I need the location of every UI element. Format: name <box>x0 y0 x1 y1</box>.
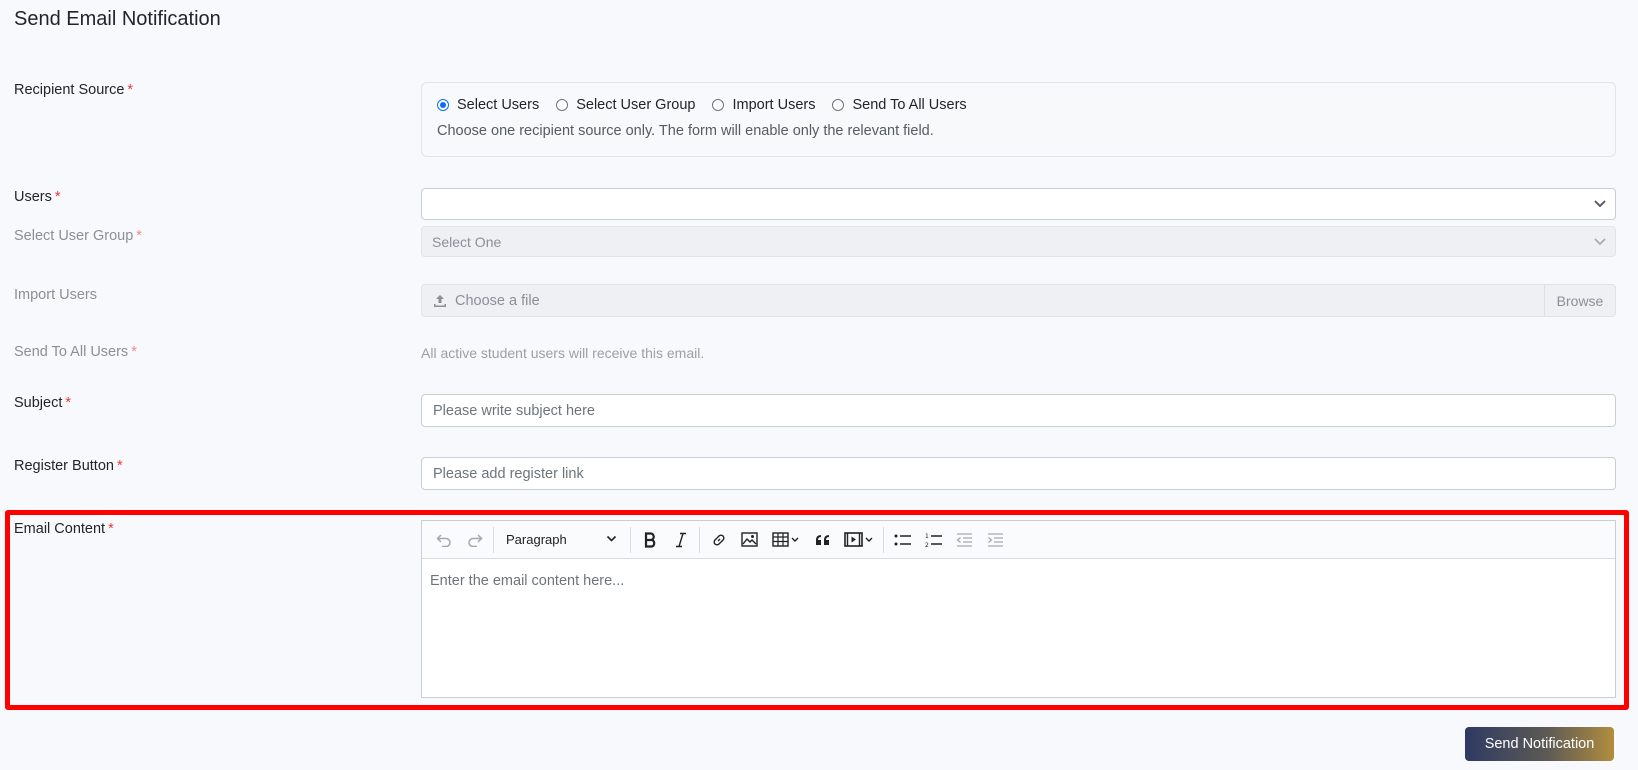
undo-icon[interactable] <box>428 525 459 555</box>
radio-send-to-all-users-circle[interactable] <box>832 99 845 111</box>
send-all-label: Send To All Users * <box>14 344 137 360</box>
recipient-source-label-text: Recipient Source <box>14 82 125 98</box>
radio-select-users[interactable]: Select Users <box>437 97 539 113</box>
email-content-label-text: Email Content <box>14 521 106 537</box>
link-icon[interactable] <box>703 525 734 555</box>
radio-select-user-group[interactable]: Select User Group <box>556 97 695 113</box>
toolbar-separator <box>883 526 884 553</box>
media-icon[interactable] <box>838 525 880 555</box>
radio-select-users-label: Select Users <box>457 97 540 113</box>
toolbar-separator <box>699 526 700 553</box>
register-button-label-text: Register Button <box>14 458 114 474</box>
users-select[interactable] <box>421 188 1616 220</box>
editor-toolbar: Paragraph 1 2 <box>422 521 1615 559</box>
email-content-editor: Paragraph 1 2 Enter the email content he… <box>421 520 1616 698</box>
user-group-label-text: Select User Group <box>14 228 134 244</box>
bulleted-list-icon[interactable] <box>887 525 918 555</box>
subject-label: Subject * <box>14 395 71 411</box>
required-mark: * <box>131 344 137 360</box>
email-content-textarea[interactable]: Enter the email content here... <box>422 559 1615 603</box>
required-mark: * <box>54 189 61 205</box>
paragraph-format-dropdown[interactable]: Paragraph <box>497 525 627 555</box>
table-icon[interactable] <box>765 525 807 555</box>
radio-select-users-circle[interactable] <box>437 99 449 111</box>
redo-icon[interactable] <box>459 525 490 555</box>
user-group-label: Select User Group * <box>14 228 142 244</box>
toolbar-separator <box>493 526 494 553</box>
blockquote-icon[interactable] <box>807 525 838 555</box>
italic-icon[interactable] <box>665 525 696 555</box>
recipient-source-box: Select Users Select User Group Import Us… <box>421 82 1616 157</box>
radio-send-to-all-users[interactable]: Send To All Users <box>832 97 967 113</box>
toolbar-separator <box>630 526 631 553</box>
import-users-placeholder: Choose a file <box>455 292 540 309</box>
user-group-select-value: Select One <box>432 234 502 250</box>
recipient-source-hint: Choose one recipient source only. The fo… <box>437 123 934 139</box>
image-icon[interactable] <box>734 525 765 555</box>
import-users-file-input[interactable]: Choose a file Browse <box>421 284 1616 317</box>
paragraph-format-label: Paragraph <box>506 532 567 547</box>
register-button-label: Register Button * <box>14 458 123 474</box>
required-mark: * <box>127 82 134 98</box>
upload-icon <box>433 294 447 308</box>
users-label-text: Users <box>14 189 52 205</box>
required-mark: * <box>108 521 114 537</box>
page-title: Send Email Notification <box>14 8 221 30</box>
radio-select-user-group-circle[interactable] <box>556 99 569 111</box>
user-group-select[interactable]: Select One <box>421 226 1616 257</box>
radio-import-users-label: Import Users <box>732 97 816 113</box>
svg-text:1: 1 <box>925 533 929 540</box>
chevron-down-icon <box>606 532 617 547</box>
radio-select-user-group-label: Select User Group <box>576 97 696 113</box>
recipient-source-label: Recipient Source * <box>14 82 133 98</box>
radio-send-to-all-users-label: Send To All Users <box>852 97 967 113</box>
register-link-input[interactable]: Please add register link <box>421 457 1616 490</box>
send-all-hint: All active student users will receive th… <box>421 345 705 361</box>
radio-import-users[interactable]: Import Users <box>712 97 815 113</box>
required-mark: * <box>65 395 72 411</box>
browse-button[interactable]: Browse <box>1544 285 1615 316</box>
import-users-label: Import Users <box>14 287 97 303</box>
recipient-source-radio-group: Select Users Select User Group Import Us… <box>437 97 1600 113</box>
send-notification-button[interactable]: Send Notification <box>1465 727 1614 761</box>
numbered-list-icon[interactable]: 12 <box>918 525 949 555</box>
subject-label-text: Subject <box>14 395 63 411</box>
email-content-label: Email Content * <box>14 521 114 537</box>
radio-import-users-circle[interactable] <box>712 99 725 111</box>
chevron-down-icon <box>1593 196 1607 210</box>
indent-icon[interactable] <box>980 525 1011 555</box>
send-all-label-text: Send To All Users <box>14 344 129 360</box>
outdent-icon[interactable] <box>949 525 980 555</box>
users-label: Users * <box>14 189 61 205</box>
svg-text:2: 2 <box>925 542 929 548</box>
bold-icon[interactable] <box>634 525 665 555</box>
required-mark: * <box>136 228 142 244</box>
chevron-down-icon <box>1593 234 1607 248</box>
subject-input[interactable]: Please write subject here <box>421 394 1616 427</box>
required-mark: * <box>116 458 123 474</box>
